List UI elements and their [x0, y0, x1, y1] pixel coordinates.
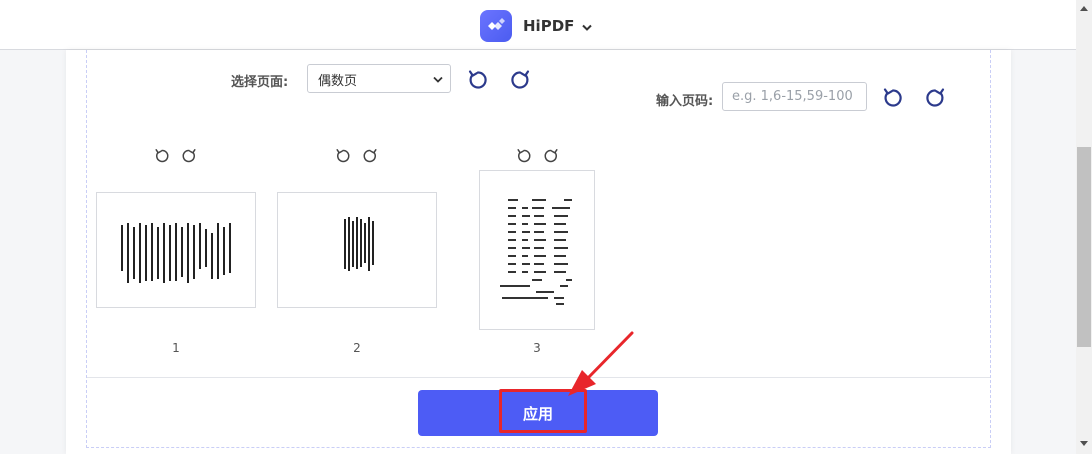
- page-1-preview-image: [121, 223, 231, 283]
- page-3-number: 3: [533, 341, 541, 355]
- annotation-arrow-icon: [568, 331, 634, 396]
- page-3-preview-image: [500, 199, 572, 305]
- rotate-left-range-icon[interactable]: [882, 87, 904, 109]
- app-name: HiPDF: [523, 17, 575, 35]
- rotate-left-selected-icon[interactable]: [467, 69, 489, 91]
- select-pages-label: 选择页面:: [231, 75, 289, 90]
- page-1-thumbnail[interactable]: [96, 192, 256, 308]
- page-2-rotate-left-icon[interactable]: [335, 148, 351, 164]
- scrollbar-thumb[interactable]: [1077, 147, 1091, 347]
- page-input-label: 输入页码:: [656, 94, 714, 109]
- app-switcher[interactable]: HiPDF: [480, 10, 593, 42]
- page-1-rotate-left-icon[interactable]: [154, 148, 170, 164]
- page-2-thumbnail[interactable]: [277, 192, 437, 308]
- page-select-value: 偶数页: [318, 74, 358, 89]
- top-bar: HiPDF: [0, 0, 1076, 50]
- page-1-number: 1: [172, 341, 180, 355]
- page-3-rotate-left-icon[interactable]: [516, 148, 532, 164]
- scroll-up-arrow-icon[interactable]: [1079, 4, 1089, 12]
- page-2-preview-image: [344, 217, 374, 271]
- page-1-rotate-right-icon[interactable]: [181, 148, 197, 164]
- scroll-down-arrow-icon[interactable]: [1079, 440, 1089, 448]
- page-3-rotate-right-icon[interactable]: [543, 148, 559, 164]
- chevron-down-icon: [582, 17, 593, 36]
- page-range-input[interactable]: e.g. 1,6-15,59-100: [722, 82, 867, 111]
- page-2-number: 2: [353, 341, 361, 355]
- hipdf-logo-icon: [480, 10, 512, 42]
- divider: [87, 377, 990, 378]
- chevron-down-icon: [433, 73, 443, 88]
- page-2-rotate-right-icon[interactable]: [362, 148, 378, 164]
- page-3-thumbnail[interactable]: [479, 170, 595, 330]
- page-select-dropdown[interactable]: 偶数页: [307, 64, 451, 93]
- rotate-right-selected-icon[interactable]: [509, 69, 531, 91]
- rotate-right-range-icon[interactable]: [924, 87, 946, 109]
